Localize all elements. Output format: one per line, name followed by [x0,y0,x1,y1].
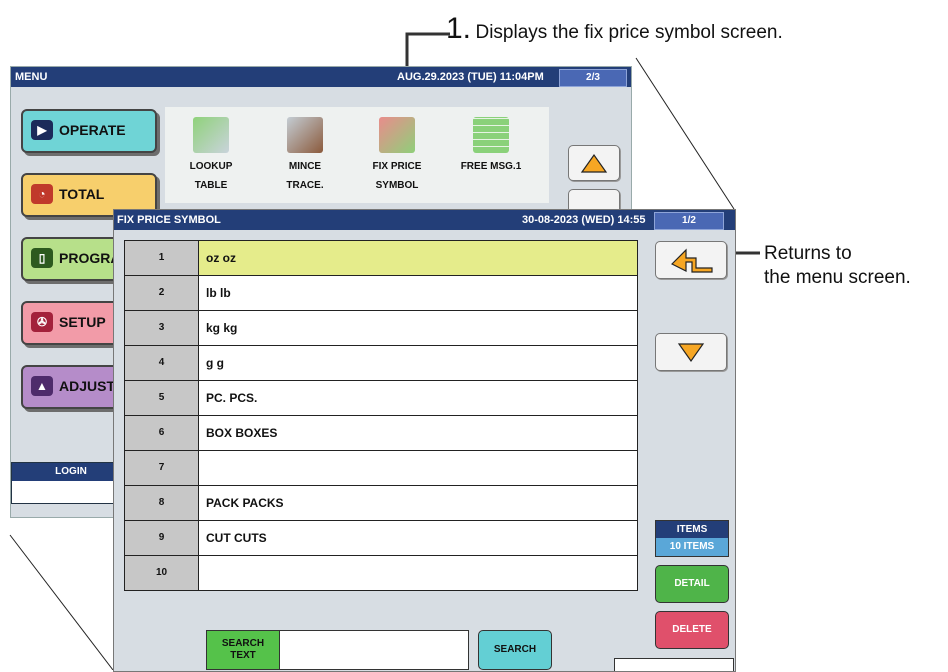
pie-chart-icon: ◔ [31,184,53,204]
row-number: 3 [125,311,199,345]
cow-icon [287,117,323,153]
row-value: BOX BOXES [199,416,637,450]
fps-title-bar: FIX PRICE SYMBOL 30-08-2023 (WED) 14:55 … [114,210,735,230]
spreadsheet-icon [473,117,509,153]
menu-title-bar: MENU AUG.29.2023 (TUE) 11:04PM 2/3 [11,67,631,87]
mince-trace-icon-button[interactable]: MINCE TRACE. [265,117,345,191]
step-text: Displays the fix price symbol screen. [475,22,783,43]
row-number: 4 [125,346,199,380]
setup-label: SETUP [59,314,106,330]
search-text-line1: SEARCH [221,638,265,649]
operate-button[interactable]: ▶ OPERATE [21,109,157,153]
price-tag-icon [379,117,415,153]
list-item[interactable]: 6 BOX BOXES [124,416,638,451]
menu-page-indicator: 2/3 [559,69,627,87]
return-button[interactable] [655,241,727,279]
row-number: 6 [125,416,199,450]
row-number: 10 [125,556,199,590]
fps-page-indicator: 1/2 [654,212,724,230]
row-number: 7 [125,451,199,485]
search-text-line2: TEXT [230,650,256,661]
play-icon: ▶ [31,120,53,140]
step-callout: 1. Displays the fix price symbol screen. [446,12,783,46]
list-item[interactable]: 8 PACK PACKS [124,486,638,521]
menu-datetime: AUG.29.2023 (TUE) 11:04PM [397,71,544,83]
mince-caption-2: TRACE. [286,180,324,191]
lookup-table-icon-button[interactable]: LOOKUP TABLE [171,117,251,191]
row-value [199,451,637,485]
list-item[interactable]: 2 lb lb [124,276,638,311]
row-value: lb lb [199,276,637,310]
list-item[interactable]: 9 CUT CUTS [124,521,638,556]
row-value: oz oz [199,241,637,275]
row-number: 2 [125,276,199,310]
return-text-line2: the menu screen. [764,267,911,288]
fps-title: FIX PRICE SYMBOL [117,214,221,226]
row-value: PC. PCS. [199,381,637,415]
items-count: 10 ITEMS [656,538,728,556]
fps-datetime: 30-08-2023 (WED) 14:55 [522,214,646,226]
map-icon [193,117,229,153]
fps-caption-1: FIX PRICE [372,161,422,172]
return-callout: Returns to the menu screen. [764,242,911,290]
mince-caption-1: MINCE [288,161,322,172]
triangle-up-icon [580,153,608,173]
row-number: 8 [125,486,199,520]
freemsg-caption-1: FREE MSG.1 [460,161,522,172]
row-value: PACK PACKS [199,486,637,520]
book-icon: ▯ [31,248,53,268]
list-item[interactable]: 7 [124,451,638,486]
adjust-icon: ▲ [31,376,53,396]
adjust-label: ADJUST [59,378,116,394]
scroll-down-button[interactable] [655,333,727,371]
return-arrow-icon [670,248,713,273]
detail-button[interactable]: DETAIL [655,565,729,603]
return-text-line1: Returns to [764,243,852,264]
list-item[interactable]: 1 oz oz [124,240,638,276]
delete-button[interactable]: DELETE [655,611,729,649]
total-label: TOTAL [59,186,105,202]
row-value: g g [199,346,637,380]
operate-label: OPERATE [59,122,126,138]
lookup-caption-2: TABLE [194,180,228,191]
menu-scroll-up-button[interactable] [568,145,620,181]
fix-price-symbol-icon-button[interactable]: FIX PRICE SYMBOL [357,117,437,191]
search-input[interactable] [279,630,469,670]
row-value: kg kg [199,311,637,345]
menu-icon-panel: LOOKUP TABLE MINCE TRACE. FIX PRICE SYMB… [165,107,549,203]
lookup-caption-1: LOOKUP [189,161,233,172]
row-number: 1 [125,241,199,275]
items-label: ITEMS [656,521,728,538]
row-value [199,556,637,590]
list-item[interactable]: 5 PC. PCS. [124,381,638,416]
list-item[interactable]: 3 kg kg [124,311,638,346]
search-button[interactable]: SEARCH [478,630,552,670]
symbol-list: 1 oz oz 2 lb lb 3 kg kg 4g g 5 PC. PCS. 6 BOX… [124,240,638,591]
menu-title: MENU [15,71,48,83]
fps-caption-2: SYMBOL [375,180,419,191]
row-number: 9 [125,521,199,555]
list-item[interactable]: 4g g [124,346,638,381]
free-msg-icon-button[interactable]: FREE MSG.1 [451,117,531,172]
step-number: 1. [446,12,472,45]
search-text-label: SEARCH TEXT [206,630,280,670]
wrench-icon: ✇ [31,312,53,332]
items-counter: ITEMS 10 ITEMS [655,520,729,557]
row-value: CUT CUTS [199,521,637,555]
row-number: 5 [125,381,199,415]
triangle-down-icon [677,343,705,363]
list-item[interactable]: 10 [124,556,638,591]
fix-price-symbol-screen: FIX PRICE SYMBOL 30-08-2023 (WED) 14:55 … [113,209,736,672]
